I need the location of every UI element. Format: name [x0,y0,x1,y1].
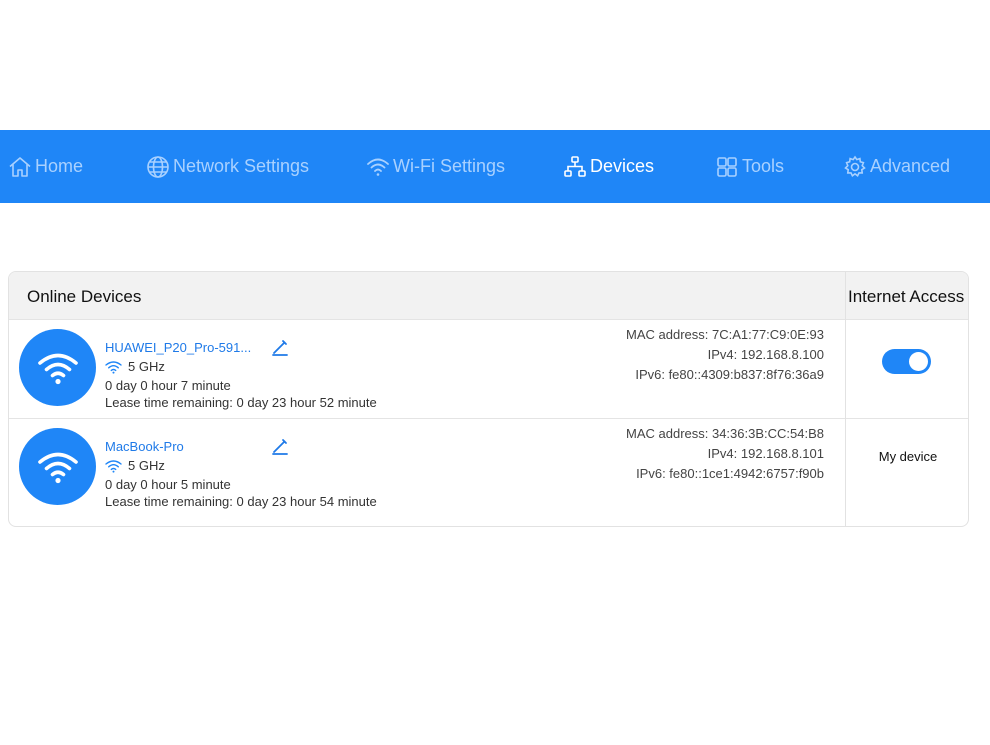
nav-item-home[interactable]: Home [8,130,83,203]
device-band: 5 GHz [105,458,165,473]
online-duration: 0 day 0 hour 5 minute [105,477,231,492]
mac-address: MAC address: 34:36:3B:CC:54:B8 [626,426,824,441]
tools-icon [715,155,739,179]
device-avatar [19,428,96,505]
ipv4-address: IPv4: 192.168.8.100 [707,347,824,362]
wifi-icon [37,353,78,384]
toggle-knob [909,352,928,371]
nav-item-label: Home [35,156,84,176]
nav-item-label: Devices [590,156,655,176]
band-label: 5 GHz [128,458,165,473]
lease-time-remaining: Lease time remaining: 0 day 23 hour 52 m… [105,395,377,410]
ipv6-address: IPv6: fe80::1ce1:4942:6757:f90b [636,466,824,481]
nav-item-tools[interactable]: Tools [715,130,784,203]
nav-item-label: Tools [742,156,785,176]
online-devices-table: Online Devices Internet Access HUAWEI_P2… [8,271,969,527]
nav-item-label: Advanced [870,156,951,176]
home-icon [8,155,32,179]
nav-item-label: Wi-Fi Settings [393,156,506,176]
mac-address: MAC address: 7C:A1:77:C9:0E:93 [626,327,824,342]
column-divider [845,272,846,526]
top-navigation-bar: Home Network Settings Wi-Fi Settings Dev… [0,130,990,203]
internet-access-header: Internet Access [848,287,965,306]
device-band: 5 GHz [105,359,165,374]
nav-item-network-settings[interactable]: Network Settings [146,130,309,203]
online-devices-header: Online Devices [27,287,142,306]
nav-item-advanced[interactable]: Advanced [843,130,950,203]
band-label: 5 GHz [128,359,165,374]
lease-time-remaining: Lease time remaining: 0 day 23 hour 54 m… [105,494,377,509]
online-duration: 0 day 0 hour 7 minute [105,378,231,393]
gear-icon [843,155,867,179]
table-row: HUAWEI_P20_Pro-591... 5 GHz 0 day 0 hour… [9,320,968,419]
nav-item-wifi-settings[interactable]: Wi-Fi Settings [366,130,505,203]
wifi-icon [37,452,78,483]
internet-access-toggle[interactable] [882,349,931,374]
edit-icon[interactable] [271,338,289,356]
table-header: Online Devices Internet Access [9,272,968,320]
table-row: MacBook-Pro 5 GHz 0 day 0 hour 5 minute … [9,419,968,526]
nav-item-devices[interactable]: Devices [563,130,654,203]
device-name-link[interactable]: HUAWEI_P20_Pro-591... [105,340,251,355]
ipv6-address: IPv6: fe80::4309:b837:8f76:36a9 [635,367,824,382]
network-info: MAC address: 7C:A1:77:C9:0E:93 IPv4: 192… [626,325,824,385]
device-name-link[interactable]: MacBook-Pro [105,439,184,454]
device-avatar [19,329,96,406]
nav-item-label: Network Settings [173,156,310,176]
network-info: MAC address: 34:36:3B:CC:54:B8 IPv4: 192… [626,424,824,484]
wifi-icon [366,155,390,179]
globe-icon [146,155,170,179]
devices-icon [563,155,587,179]
wifi-signal-icon [105,459,122,473]
wifi-signal-icon [105,360,122,374]
my-device-label: My device [878,449,938,464]
ipv4-address: IPv4: 192.168.8.101 [707,446,824,461]
edit-icon[interactable] [271,437,289,455]
